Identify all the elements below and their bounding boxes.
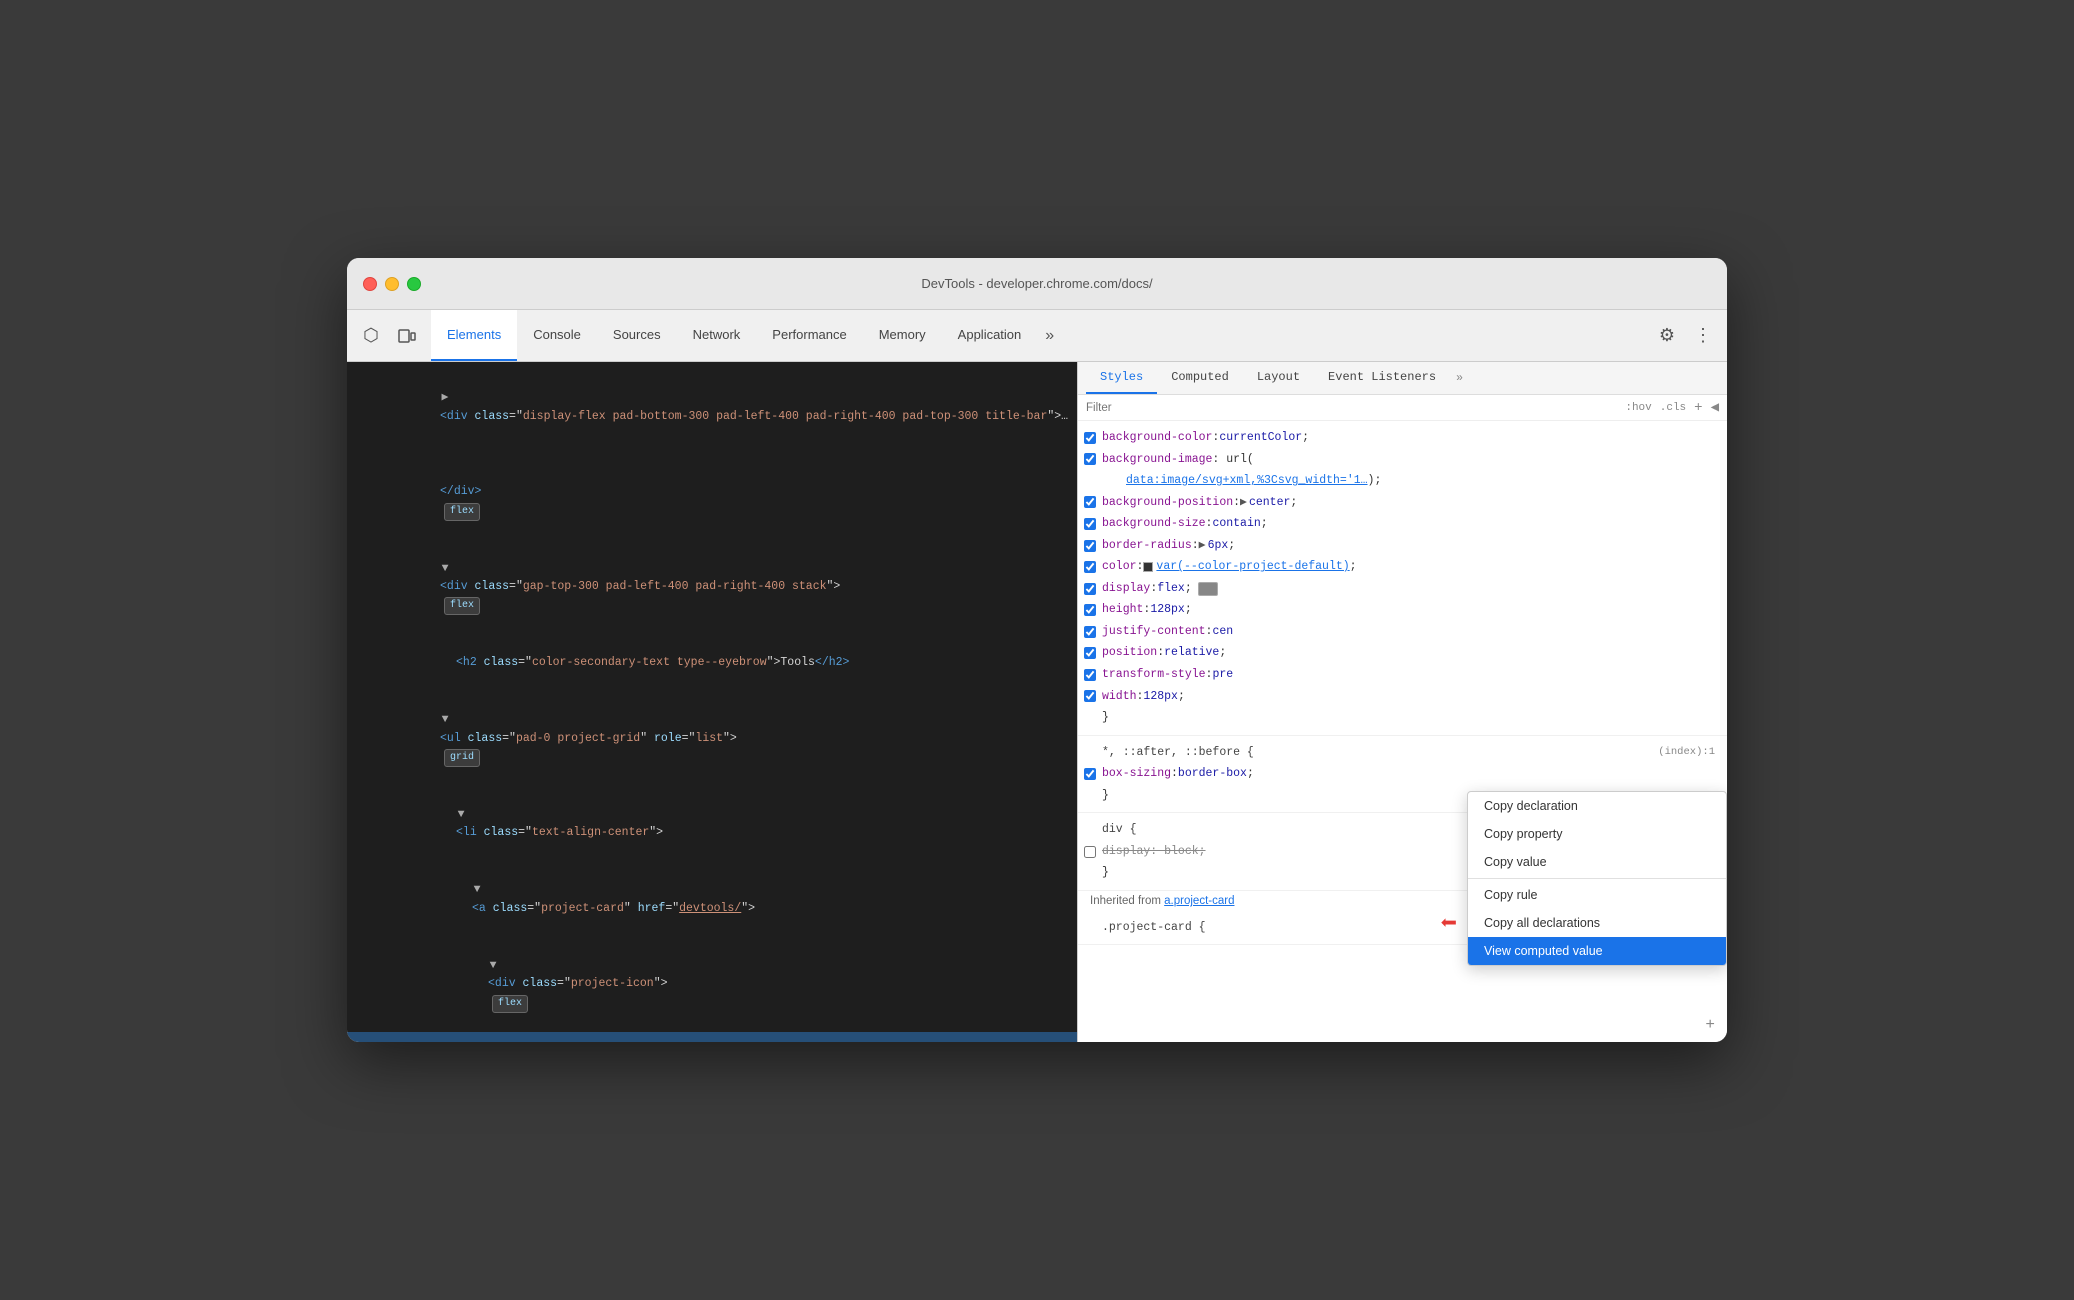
tab-layout[interactable]: Layout	[1243, 362, 1314, 394]
inherited-link[interactable]: a.project-card	[1164, 895, 1234, 907]
css-checkbox[interactable]	[1084, 496, 1096, 508]
context-menu-view-computed[interactable]: View computed value	[1468, 937, 1726, 965]
css-prop-display: display: flex;	[1078, 578, 1727, 600]
css-checkbox[interactable]	[1084, 669, 1096, 681]
close-button[interactable]	[363, 277, 377, 291]
tab-styles[interactable]: Styles	[1086, 362, 1157, 394]
css-prop-background-image: background-image: url(	[1078, 449, 1727, 471]
css-checkbox[interactable]	[1084, 647, 1096, 659]
maximize-button[interactable]	[407, 277, 421, 291]
traffic-lights	[363, 277, 421, 291]
tab-console[interactable]: Console	[517, 310, 597, 361]
toolbar-right: ⚙ ⋮	[1651, 310, 1719, 361]
html-line-selected: ... ▼ <div class="project-icon__cover"> …	[347, 1032, 1077, 1042]
context-menu-copy-property[interactable]: Copy property	[1468, 820, 1726, 848]
tab-performance[interactable]: Performance	[756, 310, 862, 361]
customize-icon[interactable]: ⋮	[1687, 320, 1719, 352]
html-line: ▼ <li class="text-align-center">	[347, 786, 1077, 862]
html-panel[interactable]: ▶ <div class="display-flex pad-bottom-30…	[347, 362, 1077, 1042]
css-prop-border-radius: border-radius: ▶6px;	[1078, 535, 1727, 557]
minimize-button[interactable]	[385, 277, 399, 291]
css-prop-justify-content: justify-content: cen	[1078, 621, 1727, 643]
filter-hov-btn[interactable]: :hov	[1625, 402, 1651, 414]
filter-bar: :hov .cls + ◀	[1078, 395, 1727, 421]
tab-event-listeners[interactable]: Event Listeners	[1314, 362, 1450, 394]
styles-panel: Styles Computed Layout Event Listeners »…	[1077, 362, 1727, 1042]
html-line: <h2 class="color-secondary-text type--ey…	[347, 635, 1077, 692]
css-checkbox[interactable]	[1084, 846, 1096, 858]
css-prop-background-size: background-size: contain;	[1078, 513, 1727, 535]
tab-computed[interactable]: Computed	[1157, 362, 1243, 394]
context-menu-copy-declaration[interactable]: Copy declaration	[1468, 792, 1726, 820]
color-swatch	[1143, 562, 1153, 572]
css-prop-background-image-value: data:image/svg+xml,%3Csvg_width='1… );	[1078, 470, 1727, 492]
toolbar-icons: ⬡	[355, 310, 423, 361]
context-menu-copy-value[interactable]: Copy value	[1468, 848, 1726, 876]
html-line: ▼ <div class="project-icon"> flex	[347, 938, 1077, 1033]
title-bar: DevTools - developer.chrome.com/docs/	[347, 258, 1727, 310]
context-menu-divider	[1468, 878, 1726, 879]
css-checkbox[interactable]	[1084, 432, 1096, 444]
css-prop-box-sizing: box-sizing: border-box;	[1078, 763, 1727, 785]
css-checkbox[interactable]	[1084, 768, 1096, 780]
css-prop-width: width: 128px;	[1078, 686, 1727, 708]
styles-tabs: Styles Computed Layout Event Listeners »	[1078, 362, 1727, 395]
html-line: ▶ <div class="display-flex pad-bottom-30…	[347, 370, 1077, 446]
css-checkbox[interactable]	[1084, 453, 1096, 465]
red-arrow-indicator: ⬅	[1440, 904, 1457, 939]
filter-add-btn[interactable]: +	[1694, 400, 1702, 416]
html-line: </div> flex	[347, 446, 1077, 541]
html-line: ▼ <div class="gap-top-300 pad-left-400 p…	[347, 540, 1077, 635]
devtools-body: ▶ <div class="display-flex pad-bottom-30…	[347, 362, 1727, 1042]
cursor-icon[interactable]: ⬡	[355, 320, 387, 352]
filter-input[interactable]	[1086, 402, 1617, 414]
more-tabs-icon[interactable]: »	[1450, 362, 1469, 394]
css-checkbox[interactable]	[1084, 690, 1096, 702]
html-line: ▼ <a class="project-card" href="devtools…	[347, 862, 1077, 938]
devtools-window: DevTools - developer.chrome.com/docs/ ⬡ …	[347, 258, 1727, 1042]
context-menu-copy-all-declarations[interactable]: Copy all declarations	[1468, 909, 1726, 937]
html-line: ▼ <ul class="pad-0 project-grid" role="l…	[347, 692, 1077, 787]
tab-elements[interactable]: Elements	[431, 310, 517, 361]
tab-network[interactable]: Network	[677, 310, 757, 361]
tab-memory[interactable]: Memory	[863, 310, 942, 361]
css-block-main: background-color: currentColor; backgrou…	[1078, 421, 1727, 736]
css-checkbox[interactable]	[1084, 540, 1096, 552]
context-menu-copy-rule[interactable]: Copy rule	[1468, 881, 1726, 909]
css-checkbox[interactable]	[1084, 604, 1096, 616]
grid-icon	[1198, 582, 1218, 596]
more-tabs-icon[interactable]: »	[1037, 310, 1062, 361]
css-selector-universal: *, ::after, ::before { (index):1	[1078, 742, 1727, 764]
css-prop-position: position: relative;	[1078, 642, 1727, 664]
css-prop-color: color: var(--color-project-default);	[1078, 556, 1727, 578]
css-prop-height: height: 128px;	[1078, 599, 1727, 621]
css-prop-transform-style: transform-style: pre	[1078, 664, 1727, 686]
device-toggle-icon[interactable]	[391, 320, 423, 352]
filter-cls-btn[interactable]: .cls	[1660, 402, 1686, 414]
window-title: DevTools - developer.chrome.com/docs/	[921, 276, 1152, 291]
css-checkbox[interactable]	[1084, 518, 1096, 530]
css-checkbox[interactable]	[1084, 561, 1096, 573]
css-prop-background-position: background-position: ▶center;	[1078, 492, 1727, 514]
filter-dock-btn[interactable]: ◀	[1711, 399, 1719, 416]
css-closing-brace: }	[1078, 707, 1727, 729]
tab-application[interactable]: Application	[942, 310, 1038, 361]
settings-icon[interactable]: ⚙	[1651, 320, 1683, 352]
add-style-btn[interactable]: +	[1705, 1016, 1715, 1034]
styles-content[interactable]: background-color: currentColor; backgrou…	[1078, 421, 1727, 1042]
devtools-toolbar: ⬡ Elements Console Sources Network Perfo…	[347, 310, 1727, 362]
toolbar-tabs: Elements Console Sources Network Perform…	[431, 310, 1651, 361]
source-link[interactable]: (index):1	[1658, 744, 1715, 762]
html-content: ▶ <div class="display-flex pad-bottom-30…	[347, 362, 1077, 1042]
css-checkbox[interactable]	[1084, 583, 1096, 595]
context-menu: Copy declaration Copy property Copy valu…	[1467, 791, 1727, 966]
css-checkbox[interactable]	[1084, 626, 1096, 638]
tab-sources[interactable]: Sources	[597, 310, 677, 361]
css-prop-background-color: background-color: currentColor;	[1078, 427, 1727, 449]
